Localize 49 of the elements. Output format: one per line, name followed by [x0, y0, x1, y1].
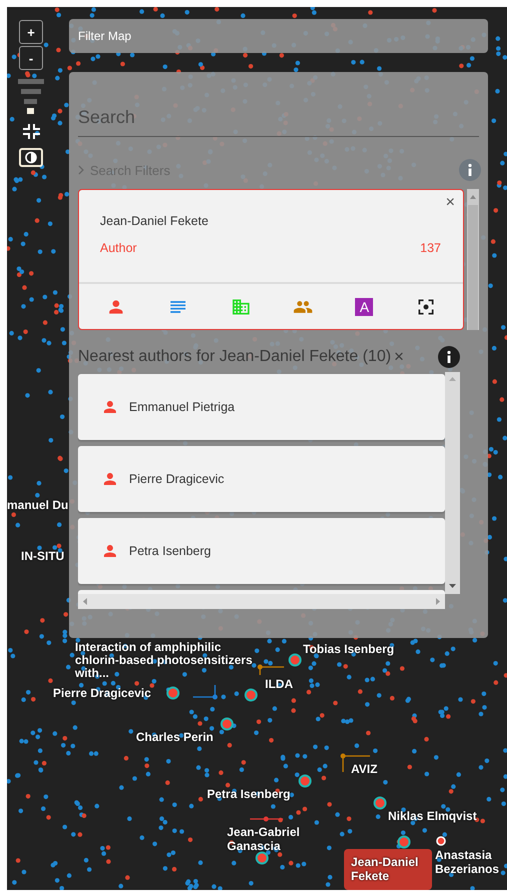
author-list-item[interactable]: Emmanuel Pietriga [78, 374, 445, 440]
author-name: Jean-Daniel Fekete [100, 214, 210, 228]
search-field[interactable]: Search [78, 98, 479, 137]
letter-tile-icon[interactable]: A [355, 298, 374, 316]
author-name: Pierre Dragicevic [129, 472, 224, 486]
author-label[interactable]: Niklas Elmqvist [388, 809, 477, 823]
node-marker[interactable] [298, 774, 312, 788]
node-marker[interactable] [244, 688, 258, 702]
collapse-icon[interactable] [22, 124, 40, 139]
person-icon [101, 398, 119, 416]
author-label[interactable]: Tobias Isenberg [303, 642, 394, 656]
vertical-scrollbar[interactable] [467, 189, 479, 330]
entity-type: Author [100, 241, 137, 255]
node-marker[interactable] [288, 654, 302, 666]
publication-count: 137 [420, 241, 441, 255]
node-marker[interactable] [220, 718, 234, 730]
author-label[interactable]: Charles Perin [136, 730, 214, 744]
zoom-level-icon [18, 79, 44, 114]
author-name: Emmanuel Pietriga [129, 400, 235, 414]
info-icon[interactable] [438, 346, 460, 368]
node-marker[interactable] [166, 686, 180, 700]
group-label[interactable]: AVIZ [351, 762, 378, 776]
zoom-in-button[interactable]: + [19, 20, 43, 44]
connector-marker [250, 816, 283, 822]
group-label[interactable]: ILDA [265, 677, 293, 691]
author-list-item[interactable]: Pierre Dragicevic [78, 446, 445, 512]
author-label[interactable]: Anastasia Bezerianos [435, 848, 507, 876]
nearest-authors-title: Nearest authors for Jean-Daniel Fekete (10) [78, 348, 392, 366]
close-button[interactable]: × [446, 193, 455, 213]
connector-marker [192, 684, 218, 700]
zoom-out-button[interactable]: - [19, 46, 43, 70]
chevron-icon [78, 165, 85, 175]
group-label[interactable]: IN-SITU [21, 549, 64, 563]
node-marker[interactable] [374, 796, 386, 810]
focus-frame-icon[interactable] [416, 296, 436, 316]
contrast-toggle-icon[interactable] [19, 148, 43, 167]
person-icon [101, 542, 119, 560]
paper-label[interactable]: Interaction of amphiphilic chlorin-based photosensitizers with... [75, 641, 253, 680]
selected-author-label[interactable]: Jean-Daniel Fekete [344, 849, 432, 890]
person-icon [101, 470, 119, 488]
node-marker[interactable] [398, 836, 410, 848]
author-label[interactable]: Petra Isenberg [207, 787, 290, 801]
author-list-item[interactable]: Petra Isenberg [78, 518, 445, 584]
author-name: Petra Isenberg [129, 544, 211, 558]
filter-map-bar[interactable]: Filter Map [69, 19, 488, 53]
node-marker[interactable] [256, 852, 268, 864]
author-label[interactable]: manuel Du [7, 498, 68, 512]
author-label[interactable]: Jean-Gabriel Ganascia [227, 825, 309, 853]
connector-marker [258, 664, 285, 676]
